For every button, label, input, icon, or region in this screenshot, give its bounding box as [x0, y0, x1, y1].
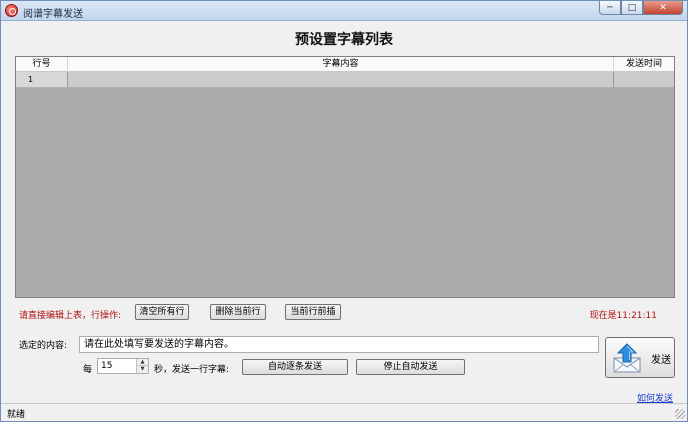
selected-content-field[interactable]: 请在此处填写要发送的字幕内容。	[79, 336, 599, 353]
page-title: 预设置字幕列表	[295, 32, 393, 48]
send-button-label: 发送	[651, 355, 671, 366]
send-button[interactable]: 发送	[605, 337, 675, 378]
every-label: 每	[83, 365, 93, 375]
envelope-upload-icon	[613, 343, 641, 373]
column-header-send-time[interactable]: 发送时间	[614, 57, 674, 72]
subtitle-grid[interactable]: 行号 字幕内容 发送时间 1	[15, 56, 675, 298]
auto-send-button[interactable]: 自动逐条发送	[242, 359, 348, 375]
content-cell[interactable]	[68, 72, 614, 87]
column-header-content[interactable]: 字幕内容	[68, 57, 614, 72]
stop-auto-send-button[interactable]: 停止自动发送	[356, 359, 465, 375]
stepper-up-icon[interactable]: ▲	[137, 359, 148, 366]
maximize-button[interactable]: □	[621, 1, 643, 15]
edit-hint-label: 请直接编辑上表，行操作:	[19, 311, 122, 321]
table-row[interactable]: 1	[16, 72, 674, 88]
stepper-buttons: ▲ ▼	[136, 359, 148, 373]
column-header-row-number[interactable]: 行号	[16, 57, 68, 72]
row-number-cell[interactable]: 1	[16, 72, 68, 87]
window-controls: ─ □ ✕	[599, 1, 683, 17]
app-logo-icon	[5, 4, 18, 17]
grid-header: 行号 字幕内容 发送时间	[16, 57, 674, 72]
window-title: 阅谱字幕发送	[23, 9, 83, 20]
minimize-button[interactable]: ─	[599, 1, 621, 15]
main-window: 阅谱字幕发送 ─ □ ✕ 预设置字幕列表 行号 字幕内容 发送时间 1 请直接编…	[0, 0, 688, 422]
resize-grip-icon[interactable]	[675, 409, 685, 419]
interval-suffix-label: 秒，发送一行字幕:	[154, 365, 230, 375]
close-button[interactable]: ✕	[643, 1, 683, 15]
delete-current-row-button[interactable]: 删除当前行	[210, 304, 266, 320]
interval-value[interactable]: 15	[101, 360, 112, 373]
selected-content-label: 选定的内容:	[19, 341, 68, 351]
stepper-down-icon[interactable]: ▼	[137, 366, 148, 373]
clear-all-rows-button[interactable]: 清空所有行	[135, 304, 189, 320]
interval-stepper[interactable]: 15 ▲ ▼	[97, 358, 149, 374]
insert-before-row-button[interactable]: 当前行前插	[285, 304, 341, 320]
title-bar[interactable]: 阅谱字幕发送 ─ □ ✕	[1, 1, 687, 21]
send-time-cell[interactable]	[614, 72, 674, 87]
status-bar: 就绪	[1, 403, 687, 421]
status-text: 就绪	[7, 410, 26, 420]
current-time-label: 现在是11:21:11	[589, 311, 657, 321]
